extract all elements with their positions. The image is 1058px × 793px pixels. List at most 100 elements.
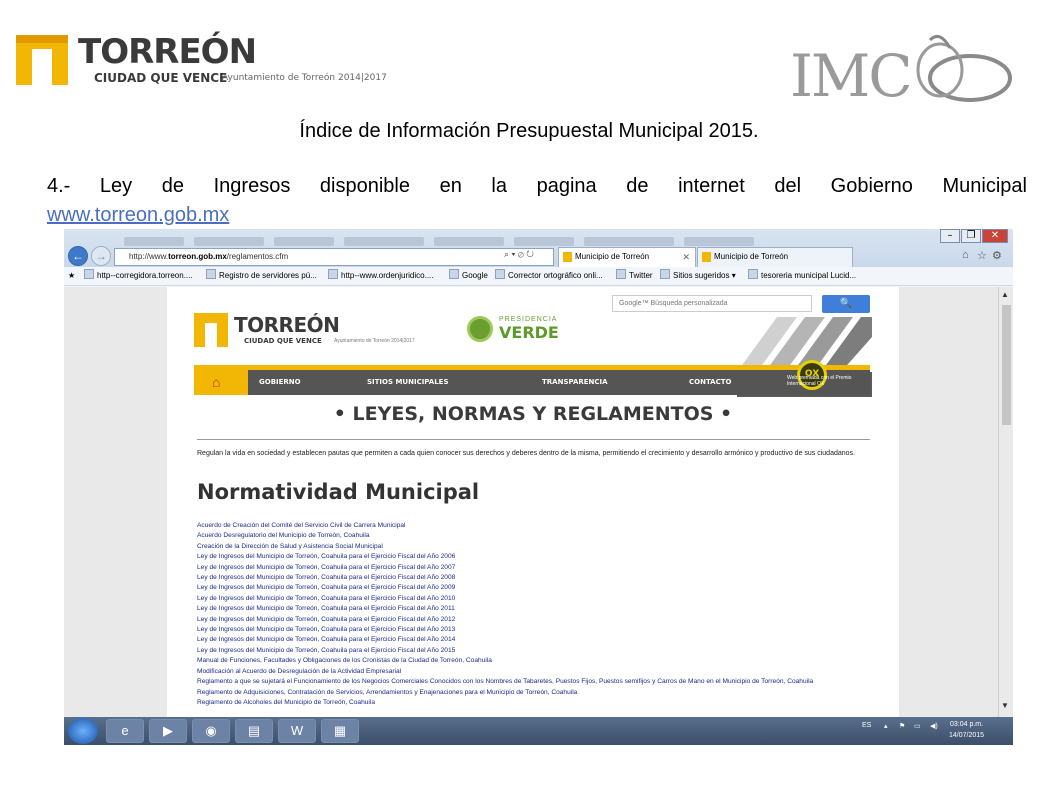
document-link[interactable]: Ley de Ingresos del Municipio de Torreón… <box>197 635 870 645</box>
settings-gear-icon[interactable]: ⚙ <box>992 249 1002 262</box>
document-link[interactable]: Creación de la Dirección de Salud y Asis… <box>197 542 870 552</box>
tab-close-icon[interactable]: ✕ <box>682 248 690 266</box>
home-icon: ⌂ <box>212 374 221 390</box>
system-clock[interactable]: 03:04 p.m. 14/07/2015 <box>949 719 984 741</box>
fav-item-registro[interactable]: Registro de servidores pú... <box>206 267 317 285</box>
document-link[interactable]: Ley de Ingresos del Municipio de Torreón… <box>197 594 870 604</box>
document-link[interactable]: Ley de Ingresos del Municipio de Torreón… <box>197 563 870 573</box>
fav-item-sitios-sugeridos[interactable]: Sitios sugeridos ▾ <box>660 267 736 285</box>
fav-item-ordenjuridico[interactable]: http--www.ordenjuridico.... <box>328 267 433 285</box>
calculator-icon[interactable]: ▦ <box>321 719 359 743</box>
document-link[interactable]: Ley de Ingresos del Municipio de Torreón… <box>197 604 870 614</box>
document-link[interactable]: Ley de Ingresos del Municipio de Torreón… <box>197 625 870 635</box>
presidencia-verde-logo: PRESIDENCIA VERDE <box>467 314 577 346</box>
address-bar[interactable]: http://www.torreon.gob.mx/reglamentos.cf… <box>114 248 554 266</box>
verde-big-label: VERDE <box>499 323 559 342</box>
vertical-scrollbar[interactable]: ▲ ▼ <box>998 287 1013 717</box>
scroll-up-icon[interactable]: ▲ <box>1001 290 1009 299</box>
tab-municipio-1[interactable]: Municipio de Torreón ✕ <box>558 247 696 267</box>
language-indicator[interactable]: ES <box>862 722 871 729</box>
twitter-icon <box>616 269 626 279</box>
flag-icon[interactable]: ⚑ <box>899 722 905 730</box>
scroll-down-icon[interactable]: ▼ <box>1001 701 1009 710</box>
document-link[interactable]: Ley de Ingresos del Municipio de Torreón… <box>197 573 870 583</box>
clock-date: 14/07/2015 <box>949 732 985 739</box>
search-input[interactable]: Google™ Búsqueda personalizada <box>612 295 812 312</box>
page-icon <box>84 269 94 279</box>
award-text: Web premiada con el Premio Internacional… <box>787 375 852 387</box>
nav-sitios-municipales[interactable]: SITIOS MUNICIPALES <box>367 370 449 395</box>
nav-gobierno[interactable]: GOBIERNO <box>259 370 301 395</box>
divider <box>197 439 870 440</box>
nav-transparencia[interactable]: TRANSPARENCIA <box>542 370 608 395</box>
maximize-button[interactable]: ❐ <box>961 229 981 243</box>
start-button[interactable] <box>68 718 98 744</box>
chrome-icon[interactable]: ◉ <box>192 719 230 743</box>
minimize-button[interactable]: – <box>940 229 960 243</box>
forward-button[interactable]: → <box>91 246 111 266</box>
background-window-tabs <box>124 233 924 246</box>
document-link[interactable]: Acuerdo Desregulatorio del Municipio de … <box>197 531 870 541</box>
nav-home-button[interactable]: ⌂ <box>194 370 248 395</box>
torreon-logo-subtitle: Ayuntamiento de Torreón 2014|2017 <box>222 73 387 83</box>
fav-label: Corrector ortográfico onli... <box>508 271 603 280</box>
fav-item-corregidora[interactable]: http--corregidora.torreon.... <box>84 267 193 285</box>
tab-municipio-2[interactable]: Municipio de Torreón <box>697 247 853 267</box>
intro-paragraph: Regulan la vida en sociedad y establecen… <box>197 450 855 457</box>
fav-label: Sitios sugeridos ▾ <box>673 271 736 280</box>
internet-explorer-icon[interactable]: e <box>106 719 144 743</box>
document-link[interactable]: Acuerdo de Creación del Comité del Servi… <box>197 521 870 531</box>
tab-label: Municipio de Torreón <box>575 252 650 261</box>
fav-item-corrector[interactable]: Corrector ortográfico onli... <box>495 267 603 285</box>
page-heading: • LEYES, NORMAS Y REGLAMENTOS • <box>333 403 733 425</box>
close-button[interactable]: ✕ <box>982 229 1008 243</box>
fav-item-twitter[interactable]: Twitter <box>616 267 653 285</box>
tray-expand-icon[interactable]: ▴ <box>884 722 888 730</box>
page-icon <box>328 269 338 279</box>
document-link[interactable]: Ley de Ingresos del Municipio de Torreón… <box>197 615 870 625</box>
document-link[interactable]: Ley de Ingresos del Municipio de Torreón… <box>197 552 870 562</box>
site-logo-subtitle: Ayuntamiento de Torreón 2014|2017 <box>334 338 415 344</box>
slide-item-link[interactable]: www.torreon.gob.mx <box>47 204 229 227</box>
back-arrow-icon: ← <box>72 249 84 263</box>
windows-taskbar: e ▶ ◉ ▤ W ▦ ES ▴ ⚑ ▭ ◀) 03:04 p.m. 14/07… <box>64 717 1013 745</box>
document-link[interactable]: Ley de Ingresos del Municipio de Torreón… <box>197 583 870 593</box>
page-icon <box>206 269 216 279</box>
site-logo[interactable]: TORREÓN CIUDAD QUE VENCE Ayuntamiento de… <box>194 311 464 351</box>
clock-time: 03:04 p.m. <box>949 721 984 728</box>
document-link[interactable]: Reglamento de Adquisiciones, Contratació… <box>197 688 870 698</box>
google-icon <box>449 269 459 279</box>
search-button[interactable]: 🔍 <box>822 295 870 313</box>
search-icon[interactable]: ⌕ ▾ ⊘ ↻ <box>504 249 534 260</box>
document-link[interactable]: Reglamento a que se sujetará el Funciona… <box>197 677 870 687</box>
browser-chrome: – ❐ ✕ ← → http://www.torreon.gob.mx/regl… <box>64 229 1013 267</box>
address-domain: torreon.gob.mx <box>168 252 227 261</box>
document-link[interactable]: Modificación al Acuerdo de Desregulación… <box>197 667 870 677</box>
media-player-icon[interactable]: ▶ <box>149 719 187 743</box>
site-navbar: ⌂ GOBIERNO SITIOS MUNICIPALES TRANSPAREN… <box>194 370 870 395</box>
torreon-logo-name: TORREÓN <box>78 32 257 72</box>
fav-label: http--corregidora.torreon.... <box>97 271 193 280</box>
network-icon[interactable]: ▭ <box>914 722 921 730</box>
torreon-logo-mark <box>16 35 68 85</box>
document-link[interactable]: Reglamento de Alcoholes del Municipio de… <box>197 698 870 708</box>
favorites-star-icon[interactable]: ☆ <box>977 249 987 262</box>
page-icon <box>495 269 505 279</box>
nav-contacto[interactable]: CONTACTO <box>689 370 731 395</box>
volume-icon[interactable]: ◀) <box>930 722 938 730</box>
document-link[interactable]: Manual de Funciones, Facultades y Obliga… <box>197 656 870 666</box>
fav-item-tesoreria[interactable]: tesoreria municipal Lucid... <box>748 267 856 285</box>
favorites-star-icon[interactable]: ★ <box>68 267 75 285</box>
file-explorer-icon[interactable]: ▤ <box>235 719 273 743</box>
scrollbar-thumb[interactable] <box>1002 305 1011 425</box>
fav-item-google[interactable]: Google <box>449 267 488 285</box>
address-path: /reglamentos.cfm <box>226 252 289 261</box>
back-button[interactable]: ← <box>68 246 88 266</box>
fav-label: http--www.ordenjuridico.... <box>341 271 434 280</box>
fav-label: Google <box>462 271 488 280</box>
home-icon[interactable]: ⌂ <box>962 249 969 261</box>
word-icon[interactable]: W <box>278 719 316 743</box>
torreon-logo: TORREÓN CIUDAD QUE VENCE Ayuntamiento de… <box>16 32 396 90</box>
section-title: Normatividad Municipal <box>197 480 480 504</box>
document-link[interactable]: Ley de Ingresos del Municipio de Torreón… <box>197 646 870 656</box>
